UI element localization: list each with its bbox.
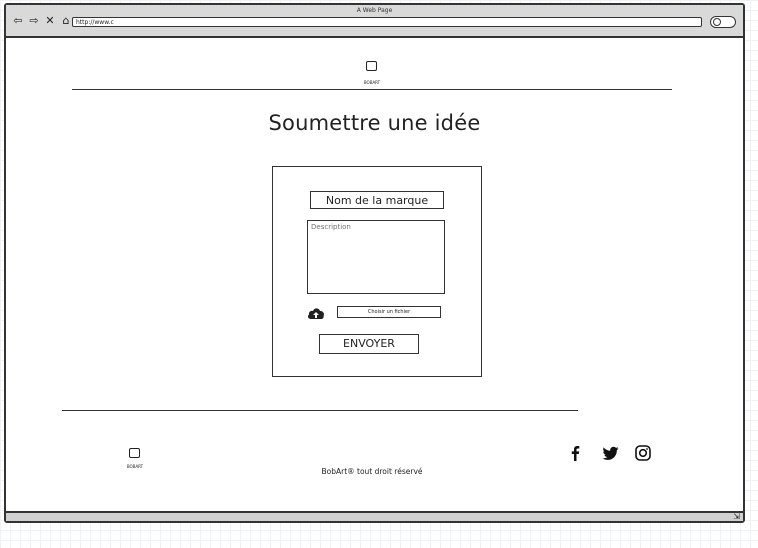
twitter-icon[interactable]: [602, 444, 620, 462]
search-icon[interactable]: [710, 16, 736, 28]
header-logo-text: BOBART: [363, 80, 381, 85]
home-icon[interactable]: ⌂: [60, 15, 72, 27]
choose-file-button[interactable]: Choisir un fichier: [337, 306, 441, 318]
idea-form: Choisir un fichier ENVOYER: [272, 166, 482, 377]
url-bar[interactable]: http://www.c: [72, 17, 702, 27]
browser-titlebar: A Web Page ⇦ ⇨ ✕ ⌂ http://www.c: [6, 5, 743, 38]
browser-window: A Web Page ⇦ ⇨ ✕ ⌂ http://www.c BOBART S…: [4, 3, 745, 523]
resize-grip-icon[interactable]: ⇲: [733, 513, 740, 521]
close-icon[interactable]: ✕: [44, 15, 56, 27]
facebook-icon[interactable]: [566, 444, 584, 462]
browser-nav: ⇦ ⇨ ✕ ⌂: [12, 15, 72, 27]
page-title: Soumettre une idée: [268, 111, 481, 135]
back-arrow-icon[interactable]: ⇦: [12, 15, 24, 27]
header-logo-icon[interactable]: [366, 61, 377, 71]
brand-name-input[interactable]: [310, 191, 444, 209]
cloud-upload-icon[interactable]: [307, 306, 325, 320]
header-divider: [72, 89, 672, 90]
footer-logo-icon[interactable]: [129, 448, 140, 458]
copyright-text: BobArt® tout droit réservé: [321, 467, 423, 476]
description-textarea[interactable]: [307, 220, 445, 294]
footer-logo-text: BOBART: [126, 464, 144, 469]
instagram-icon[interactable]: [634, 444, 652, 462]
browser-statusbar: ⇲: [6, 511, 743, 521]
footer-divider: [62, 410, 578, 411]
forward-arrow-icon[interactable]: ⇨: [28, 15, 40, 27]
window-title: A Web Page: [356, 7, 393, 14]
submit-button[interactable]: ENVOYER: [319, 334, 419, 354]
